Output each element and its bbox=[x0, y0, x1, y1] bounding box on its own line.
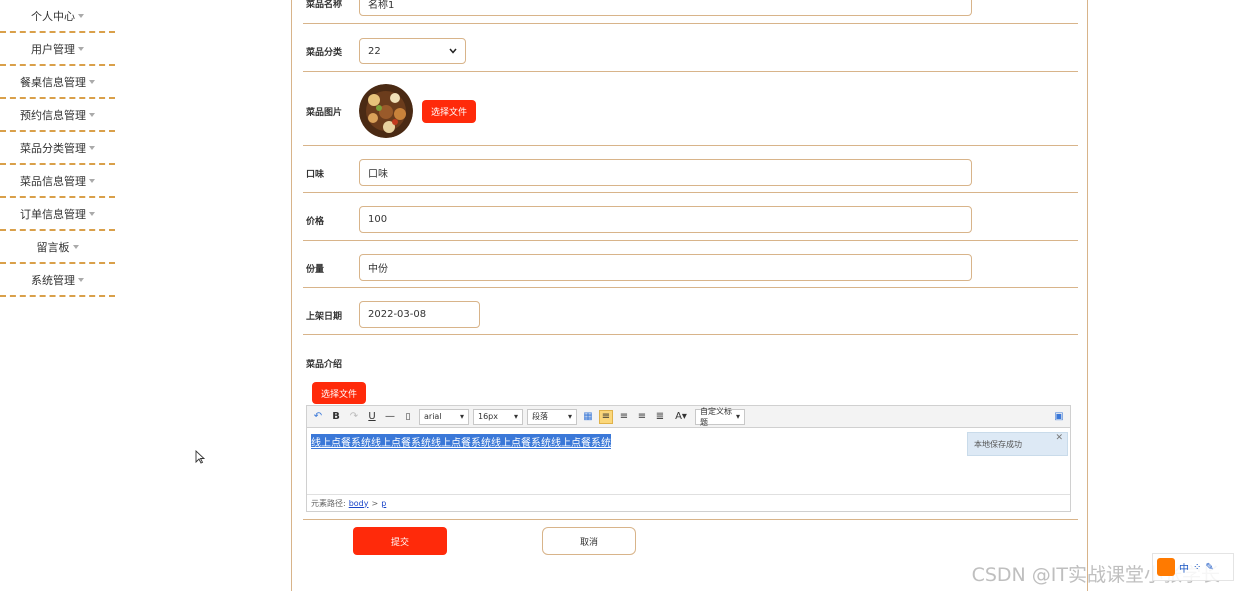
table-icon[interactable]: ▦ bbox=[581, 410, 595, 424]
form-row-category: 菜品分类 22 bbox=[303, 24, 1078, 72]
field-label: 菜品图片 bbox=[306, 108, 343, 118]
sidebar-item-label: 菜品分类管理 bbox=[20, 141, 86, 155]
sidebar-item-dish-category-management[interactable]: 菜品分类管理 bbox=[0, 132, 115, 165]
redo-icon[interactable]: ↷ bbox=[347, 410, 361, 424]
choose-image-button[interactable]: 选择文件 bbox=[422, 100, 476, 123]
chevron-down-icon bbox=[449, 48, 457, 54]
bold-icon[interactable]: B bbox=[329, 410, 343, 424]
dish-image-thumbnail bbox=[359, 84, 413, 138]
editor-content[interactable]: 线上点餐系统线上点餐系统线上点餐系统线上点餐系统线上点餐系统 bbox=[311, 434, 611, 449]
path-link-p[interactable]: p bbox=[381, 499, 386, 508]
sidebar-item-user-management[interactable]: 用户管理 bbox=[0, 33, 115, 66]
font-family-select[interactable]: arial ▾ bbox=[419, 408, 469, 425]
caret-down-icon bbox=[78, 46, 84, 51]
font-size-value: 16px bbox=[478, 412, 498, 421]
caret-down-icon bbox=[89, 112, 95, 117]
autosave-toast: 本地保存成功 ✕ bbox=[967, 432, 1068, 456]
caret-down-icon bbox=[78, 13, 84, 18]
rich-text-editor: ↶ B ↷ U — ▯ arial ▾ 16px ▾ 段落 ▾ ▦ ≡ ≡ ≡ ≣ A… bbox=[306, 405, 1071, 512]
sidebar-item-label: 留言板 bbox=[36, 240, 70, 254]
field-label: 菜品介绍 bbox=[306, 360, 343, 370]
align-left-icon[interactable]: ≡ bbox=[599, 409, 613, 424]
pen-icon: ✎ bbox=[1205, 561, 1214, 573]
custom-title-select[interactable]: 自定义标题 ▾ bbox=[695, 406, 745, 427]
sidebar-item-label: 订单信息管理 bbox=[20, 207, 86, 221]
horizontal-rule-icon[interactable]: — bbox=[383, 410, 397, 424]
field-label: 上架日期 bbox=[306, 312, 343, 322]
caret-down-icon bbox=[89, 79, 95, 84]
custom-title-value: 自定义标题 bbox=[700, 406, 732, 427]
align-right-icon[interactable]: ≡ bbox=[617, 410, 631, 424]
sidebar-item-personal-center[interactable]: 个人中心 bbox=[0, 0, 115, 33]
caret-down-icon bbox=[89, 211, 95, 216]
paragraph-value: 段落 bbox=[532, 412, 548, 421]
sidebar-item-label: 个人中心 bbox=[31, 9, 75, 23]
fullscreen-icon[interactable]: ▣ bbox=[1052, 410, 1066, 424]
form-row-taste: 口味 口味 bbox=[303, 146, 1078, 193]
field-label: 价格 bbox=[306, 217, 325, 227]
category-select[interactable]: 22 bbox=[359, 38, 466, 64]
mouse-cursor-icon bbox=[195, 450, 205, 464]
sidebar-item-system-management[interactable]: 系统管理 bbox=[0, 264, 115, 297]
font-size-select[interactable]: 16px ▾ bbox=[473, 408, 523, 425]
listing-date-input[interactable]: 2022-03-08 bbox=[359, 301, 480, 328]
choose-file-button[interactable]: 选择文件 bbox=[312, 382, 366, 404]
sidebar-item-label: 菜品信息管理 bbox=[20, 174, 86, 188]
toast-message: 本地保存成功 bbox=[974, 439, 1022, 449]
sidebar-item-message-board[interactable]: 留言板 bbox=[0, 231, 115, 264]
sidebar-item-label: 用户管理 bbox=[31, 42, 75, 56]
path-label: 元素路径: bbox=[311, 498, 346, 508]
punctuation-icon: ⁘ bbox=[1193, 561, 1202, 573]
sidebar-item-table-management[interactable]: 餐桌信息管理 bbox=[0, 66, 115, 99]
clear-format-icon[interactable]: ▯ bbox=[401, 410, 415, 424]
caret-down-icon bbox=[89, 145, 95, 150]
paragraph-select[interactable]: 段落 ▾ bbox=[527, 408, 577, 425]
ime-logo-icon bbox=[1157, 558, 1175, 576]
form-row-image: 菜品图片 选择文件 bbox=[303, 72, 1078, 146]
ime-mode-label: 中 bbox=[1179, 563, 1189, 575]
path-separator: > bbox=[371, 498, 379, 508]
taste-input[interactable]: 口味 bbox=[359, 159, 972, 186]
sidebar-item-label: 系统管理 bbox=[31, 273, 75, 287]
dropdown-caret-icon: ▾ bbox=[459, 412, 464, 421]
undo-icon[interactable]: ↶ bbox=[311, 410, 325, 424]
dropdown-caret-icon: ▾ bbox=[567, 412, 572, 421]
align-justify-icon[interactable]: ≣ bbox=[653, 410, 667, 424]
sidebar-item-reservation-management[interactable]: 预约信息管理 bbox=[0, 99, 115, 132]
sidebar-item-dish-management[interactable]: 菜品信息管理 bbox=[0, 165, 115, 198]
ime-toolbar[interactable]: 中 ⁘ ✎ bbox=[1152, 553, 1234, 581]
form-row-date: 上架日期 2022-03-08 bbox=[303, 288, 1078, 335]
field-label: 口味 bbox=[306, 170, 325, 180]
cancel-button[interactable]: 取消 bbox=[542, 527, 636, 555]
dish-name-input[interactable]: 名称1 bbox=[359, 0, 972, 16]
dropdown-caret-icon: ▾ bbox=[513, 412, 518, 421]
submit-button[interactable]: 提交 bbox=[353, 527, 447, 555]
form-row-name: 菜品名称 名称1 bbox=[303, 0, 1078, 24]
caret-down-icon bbox=[78, 277, 84, 282]
font-family-value: arial bbox=[424, 412, 442, 421]
field-label: 份量 bbox=[306, 265, 325, 275]
portion-input[interactable]: 中份 bbox=[359, 254, 972, 281]
form-row-price: 价格 100 bbox=[303, 193, 1078, 241]
close-icon[interactable]: ✕ bbox=[1055, 433, 1063, 443]
sidebar-item-label: 餐桌信息管理 bbox=[20, 75, 86, 89]
field-label: 菜品名称 bbox=[306, 0, 343, 10]
dropdown-caret-icon: ▾ bbox=[735, 412, 740, 421]
form-row-portion: 份量 中份 bbox=[303, 241, 1078, 288]
path-link-body[interactable]: body bbox=[349, 499, 369, 508]
caret-down-icon bbox=[89, 178, 95, 183]
editor-toolbar: ↶ B ↷ U — ▯ arial ▾ 16px ▾ 段落 ▾ ▦ ≡ ≡ ≡ ≣ A… bbox=[307, 406, 1070, 428]
sidebar-item-order-management[interactable]: 订单信息管理 bbox=[0, 198, 115, 231]
underline-icon[interactable]: U bbox=[365, 410, 379, 424]
sidebar: 个人中心 用户管理 餐桌信息管理 预约信息管理 菜品分类管理 菜品信息管理 订单… bbox=[0, 0, 115, 297]
category-select-value: 22 bbox=[368, 45, 381, 57]
caret-down-icon bbox=[72, 244, 79, 249]
price-input[interactable]: 100 bbox=[359, 206, 972, 233]
sidebar-item-label: 预约信息管理 bbox=[20, 108, 86, 122]
element-path-bar: 元素路径: body > p bbox=[307, 494, 1070, 511]
align-center-icon[interactable]: ≡ bbox=[635, 410, 649, 424]
font-color-icon[interactable]: A▾ bbox=[671, 410, 691, 424]
field-label: 菜品分类 bbox=[306, 48, 343, 58]
